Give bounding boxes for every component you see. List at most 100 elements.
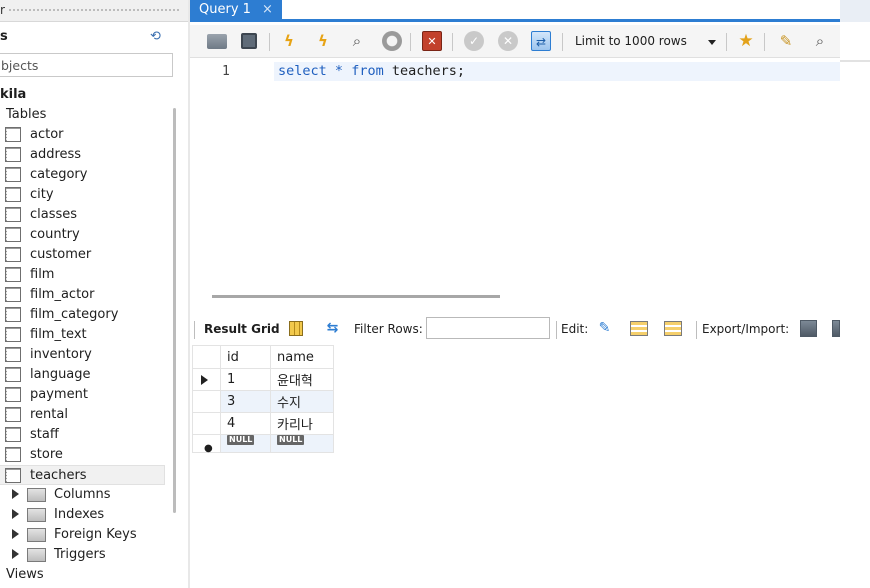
- cell-name-null[interactable]: NULL: [270, 434, 334, 453]
- table-item-customer[interactable]: customer: [0, 245, 165, 265]
- expand-arrow-icon[interactable]: [12, 509, 19, 519]
- views-node[interactable]: Views: [6, 567, 44, 582]
- autocommit-toggle-icon[interactable]: ⇄: [531, 31, 551, 51]
- table-item-film[interactable]: film: [0, 265, 165, 285]
- table-item-store[interactable]: store: [0, 445, 165, 465]
- column-header-id[interactable]: id: [220, 345, 271, 369]
- table-icon: [5, 187, 21, 202]
- tables-node[interactable]: Tables: [6, 107, 46, 122]
- grid-view-icon[interactable]: [289, 321, 303, 336]
- table-item-actor[interactable]: actor: [0, 125, 165, 145]
- execute-current-icon[interactable]: ϟ: [313, 31, 333, 51]
- chevron-down-icon: [708, 40, 716, 45]
- tab-query-1[interactable]: Query 1 ×: [190, 0, 282, 22]
- wrap-cell-icon[interactable]: ⇆: [323, 319, 342, 338]
- subnode-foreign-keys[interactable]: Foreign Keys: [0, 525, 165, 545]
- cell-id[interactable]: 1: [220, 368, 271, 391]
- table-item-film-text[interactable]: film_text: [0, 325, 165, 345]
- current-code-line[interactable]: select * from teachers;: [274, 62, 840, 81]
- subnode-triggers[interactable]: Triggers: [0, 545, 165, 565]
- navigator-scrollbar[interactable]: [173, 108, 176, 513]
- toolbar-separator: [452, 33, 453, 51]
- delete-row-icon[interactable]: [664, 321, 682, 336]
- save-icon[interactable]: [241, 33, 257, 49]
- execute-all-icon[interactable]: ϟ: [279, 31, 299, 51]
- schema-filter[interactable]: [0, 53, 173, 77]
- table-row[interactable]: 4 카리나: [192, 412, 334, 435]
- subnode-indexes[interactable]: Indexes: [0, 505, 165, 525]
- row-header[interactable]: [192, 390, 221, 413]
- row-limit-select[interactable]: Limit to 1000 rows: [572, 31, 718, 52]
- toolbar-separator: [410, 33, 411, 51]
- schema-name[interactable]: kila: [0, 87, 26, 102]
- table-item-rental[interactable]: rental: [0, 405, 165, 425]
- table-item-label: film_actor: [30, 287, 95, 302]
- columns-icon: [27, 488, 46, 502]
- subnode-label: Indexes: [54, 507, 105, 522]
- column-header-name[interactable]: name: [270, 345, 334, 369]
- table-item-label: country: [30, 227, 80, 242]
- cell-name[interactable]: 윤대혁: [270, 368, 334, 391]
- table-item-inventory[interactable]: inventory: [0, 345, 165, 365]
- expand-arrow-icon[interactable]: [12, 529, 19, 539]
- table-item-staff[interactable]: staff: [0, 425, 165, 445]
- open-folder-icon[interactable]: [207, 34, 227, 49]
- table-subnodes: Columns Indexes Foreign Keys Triggers: [0, 485, 165, 565]
- table-icon: [5, 147, 21, 162]
- table-item-city[interactable]: city: [0, 185, 165, 205]
- row-header[interactable]: [192, 412, 221, 435]
- expand-arrow-icon[interactable]: [12, 489, 19, 499]
- cell-id[interactable]: 4: [220, 412, 271, 435]
- result-grid: id name 1 윤대혁 3 수지 4 카리나 ● NULL NULL: [192, 345, 334, 454]
- sql-editor[interactable]: 1 select * from teachers;: [190, 58, 840, 286]
- beautify-icon[interactable]: ✎: [776, 31, 796, 51]
- explain-icon[interactable]: ⌕: [347, 31, 367, 51]
- result-grid-tab[interactable]: Result Grid: [204, 322, 280, 336]
- stop-icon[interactable]: [382, 31, 402, 51]
- table-item-language[interactable]: language: [0, 365, 165, 385]
- import-icon[interactable]: [832, 320, 840, 337]
- cell-name[interactable]: 카리나: [270, 412, 334, 435]
- new-row-marker: ●: [204, 443, 213, 454]
- schema-filter-input[interactable]: [0, 54, 172, 76]
- table-item-label: teachers: [30, 468, 87, 483]
- statement-terminator: ;: [456, 63, 466, 79]
- cell-id[interactable]: 3: [220, 390, 271, 413]
- grip-dots: [8, 8, 180, 13]
- cell-name[interactable]: 수지: [270, 390, 334, 413]
- table-item-address[interactable]: address: [0, 145, 165, 165]
- table-item-payment[interactable]: payment: [0, 385, 165, 405]
- stop-on-error-icon[interactable]: ✕: [422, 31, 442, 51]
- editor-tabstrip: Query 1 ×: [190, 0, 870, 22]
- tabstrip-overflow: [840, 0, 870, 22]
- rollback-icon[interactable]: ✕: [498, 31, 518, 51]
- cell-id-null[interactable]: NULL: [220, 434, 271, 453]
- editor-horizontal-scrollbar[interactable]: [212, 295, 500, 298]
- table-row[interactable]: 3 수지: [192, 390, 334, 413]
- add-snippet-icon[interactable]: ★: [736, 31, 756, 51]
- insert-row-icon[interactable]: [630, 321, 648, 336]
- close-icon[interactable]: ×: [262, 2, 273, 17]
- export-icon[interactable]: [800, 320, 817, 337]
- table-item-label: classes: [30, 207, 78, 222]
- subnode-columns[interactable]: Columns: [0, 485, 165, 505]
- new-row[interactable]: ● NULL NULL: [192, 434, 334, 454]
- edit-row-icon[interactable]: ✎: [595, 319, 614, 338]
- navigator-grip[interactable]: r: [0, 0, 190, 22]
- table-row[interactable]: 1 윤대혁: [192, 368, 334, 391]
- expand-arrow-icon[interactable]: [12, 549, 19, 559]
- table-item-category[interactable]: category: [0, 165, 165, 185]
- table-icon: [5, 227, 21, 242]
- table-item-country[interactable]: country: [0, 225, 165, 245]
- null-badge: NULL: [227, 435, 255, 445]
- refresh-icon[interactable]: ⟲: [150, 29, 161, 44]
- table-item-classes[interactable]: classes: [0, 205, 165, 225]
- table-item-film-category[interactable]: film_category: [0, 305, 165, 325]
- row-header[interactable]: ●: [192, 434, 221, 454]
- table-item-film-actor[interactable]: film_actor: [0, 285, 165, 305]
- table-item-teachers[interactable]: teachers: [0, 465, 165, 485]
- row-header[interactable]: [192, 368, 221, 391]
- filter-rows-input[interactable]: [426, 317, 550, 339]
- find-icon[interactable]: ⌕: [810, 31, 830, 51]
- commit-icon[interactable]: ✓: [464, 31, 484, 51]
